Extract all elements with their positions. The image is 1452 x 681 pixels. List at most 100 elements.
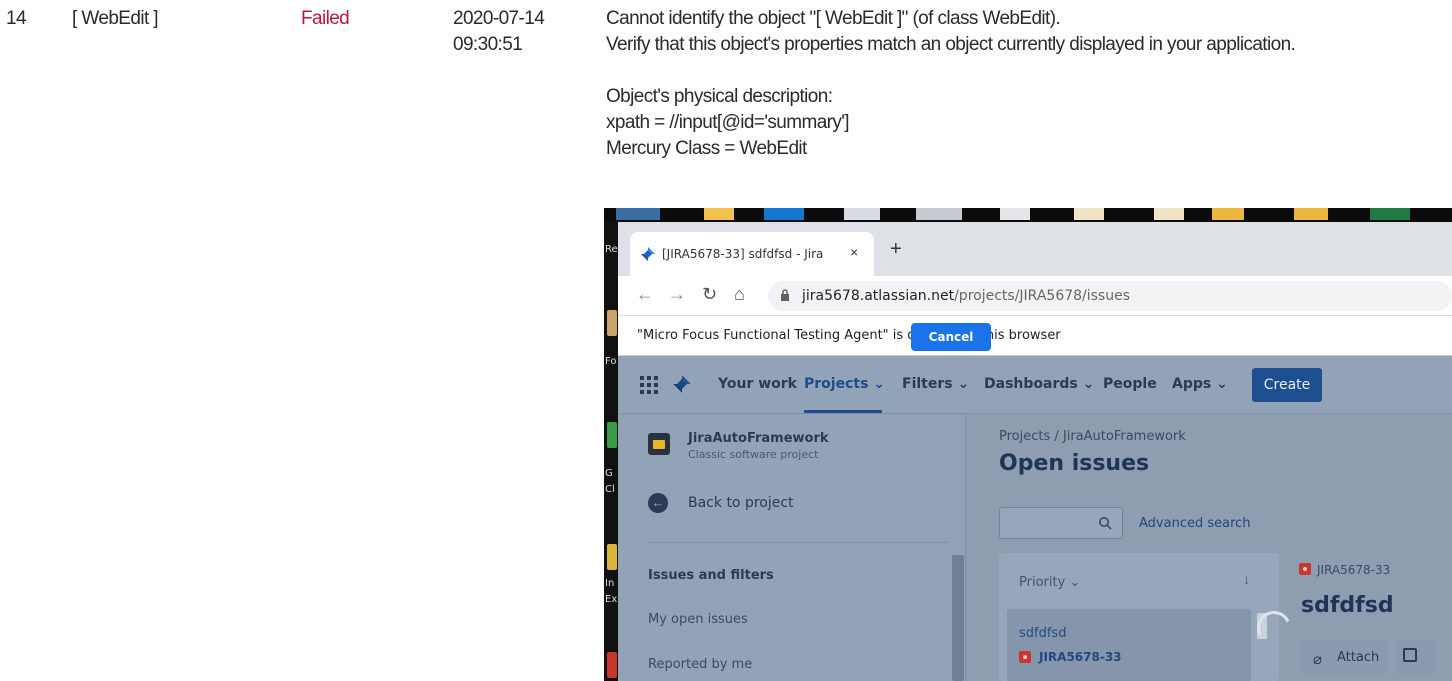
project-sidebar: JiraAutoFramework Classic software proje… [618,415,966,681]
paperclip-icon: ⌀ [1313,651,1323,668]
desktop-strip: Rec Fo G Cl In Ex [604,222,623,681]
desktop-label: In [605,578,615,589]
sidebar-item-reported-by-me[interactable]: Reported by me [648,657,752,672]
new-tab-button[interactable]: + [890,239,902,259]
sidebar-section-heading: Issues and filters [648,568,774,583]
divider [648,542,948,543]
error-line-1: Cannot identify the object "[ WebEdit ]"… [606,8,1061,29]
url-text: jira5678.atlassian.net/projects/JIRA5678… [802,288,1130,304]
infobar-message: "Micro Focus Functional Testing Agent" i… [637,328,1061,343]
bug-icon [1299,563,1311,575]
home-icon[interactable]: ⌂ [734,284,745,305]
sort-direction-icon[interactable]: ↓ [1243,571,1250,587]
issues-main: Projects / JiraAutoFramework Open issues… [967,415,1452,681]
nav-apps-label: Apps [1172,376,1212,392]
create-button[interactable]: Create [1252,368,1322,402]
sort-label: Priority [1019,575,1066,590]
debugging-infobar: "Micro Focus Functional Testing Agent" i… [618,316,1452,356]
back-to-project-link[interactable]: Back to project [688,495,794,511]
taskbar-folder-icon [704,208,734,220]
error-line-2: Verify that this object's properties mat… [606,34,1296,55]
cancel-button[interactable]: Cancel [911,323,991,351]
search-input[interactable] [999,507,1123,539]
jira-logo-icon[interactable] [672,374,692,394]
nav-apps[interactable]: Apps ⌄ [1172,376,1228,392]
nav-your-work[interactable]: Your work [718,376,797,392]
nav-people[interactable]: People [1103,376,1157,392]
taskbar-window-icon [844,208,880,220]
taskbar-excel-icon [1370,208,1410,220]
timestamp: 2020-07-14 09:30:51 [453,6,573,58]
nav-filters[interactable]: Filters ⌄ [902,376,969,392]
list-item[interactable]: sdfdfsd JIRA5678-33 [1007,609,1251,681]
active-nav-indicator [804,410,882,413]
chrome-shortcut-icon [607,422,617,448]
app-switcher-icon[interactable] [640,376,658,394]
object-name: [ WebEdit ] [72,8,159,29]
sidebar-item-my-open-issues[interactable]: My open issues [648,612,748,627]
desktop-shortcut-icon [607,652,617,678]
nav-projects-label: Projects [804,376,869,392]
jira-app: Your work Projects ⌄ Filters ⌄ Dashboard… [618,356,1452,681]
address-bar[interactable]: jira5678.atlassian.net/projects/JIRA5678… [768,281,1452,311]
url-host: jira5678.atlassian.net [802,288,955,304]
tab-strip: [JIRA5678-33] sdfdfsd - Jira × + [618,222,1452,276]
chevron-down-icon: ⌄ [1082,376,1095,392]
desktop-label: Ex [605,594,618,605]
address-bar-row: ← → ↻ ⌂ jira5678.atlassian.net/projects/… [618,276,1452,316]
attach-button[interactable]: ⌀ Attach [1301,640,1387,674]
nav-projects[interactable]: Projects ⌄ [804,376,885,392]
chevron-down-icon: ⌄ [873,376,886,392]
taskbar-folder-icon [1294,208,1328,220]
error-line-5: Mercury Class = WebEdit [606,138,807,159]
back-arrow-icon[interactable]: ← [636,284,654,305]
step-number: 14 [6,8,27,29]
timestamp-date: 2020-07-14 [453,8,545,29]
desktop-shortcut-icon [607,310,617,336]
close-icon[interactable]: × [850,244,858,260]
chevron-down-icon: ⌄ [1069,575,1081,590]
project-type: Classic software project [688,448,819,461]
reload-icon[interactable]: ↻ [702,284,717,305]
issue-key: JIRA5678-33 [1039,650,1122,664]
taskbar-window-icon [1000,208,1030,220]
taskbar-folder-icon [1212,208,1244,220]
bug-icon [1019,651,1031,663]
taskbar-notepad-icon [1074,208,1104,220]
error-line-4: xpath = //input[@id='summary'] [606,112,850,133]
timestamp-time: 09:30:51 [453,34,523,55]
issue-list: Priority ⌄ ↓ sdfdfsd JIRA5678-33 [999,553,1279,681]
sidebar-scrollbar[interactable] [952,555,964,681]
create-subtask-button[interactable] [1395,640,1435,674]
jira-top-nav: Your work Projects ⌄ Filters ⌄ Dashboard… [618,356,1452,414]
detail-issue-key[interactable]: JIRA5678-33 [1317,563,1390,577]
breadcrumb[interactable]: Projects / JiraAutoFramework [999,429,1186,444]
ie-shortcut-icon [607,544,617,570]
tab-title: [JIRA5678-33] sdfdfsd - Jira [662,247,824,261]
taskbar-window-icon [916,208,962,220]
browser-tab[interactable]: [JIRA5678-33] sdfdfsd - Jira × [630,232,874,276]
detail-issue-title: sdfdfsd [1301,593,1394,618]
taskbar [604,208,1452,222]
url-path: /projects/JIRA5678/issues [954,288,1131,304]
project-name[interactable]: JiraAutoFramework [688,431,829,446]
nav-dashboards[interactable]: Dashboards ⌄ [984,376,1094,392]
advanced-search-link[interactable]: Advanced search [1139,516,1251,531]
nav-dashboards-label: Dashboards [984,376,1078,392]
failure-screenshot: Rec Fo G Cl In Ex [JIRA5678-33] sdfdfsd … [604,208,1452,681]
taskbar-app-icon [616,208,660,220]
page-title: Open issues [999,451,1150,476]
chevron-down-icon: ⌄ [1216,376,1228,392]
attach-label: Attach [1337,650,1380,665]
search-icon [1099,517,1112,530]
error-line-3: Object's physical description: [606,86,833,107]
browser-window: [JIRA5678-33] sdfdfsd - Jira × + ← → ↻ ⌂… [618,222,1452,681]
sort-dropdown[interactable]: Priority ⌄ [1019,575,1080,590]
forward-arrow-icon[interactable]: → [668,284,686,305]
checkbox-icon [1403,648,1417,662]
lock-icon [781,289,789,301]
taskbar-outlook-icon [764,208,804,220]
status-badge: Failed [301,8,350,29]
back-arrow-icon[interactable]: ← [648,493,668,513]
taskbar-notepad-icon [1154,208,1184,220]
